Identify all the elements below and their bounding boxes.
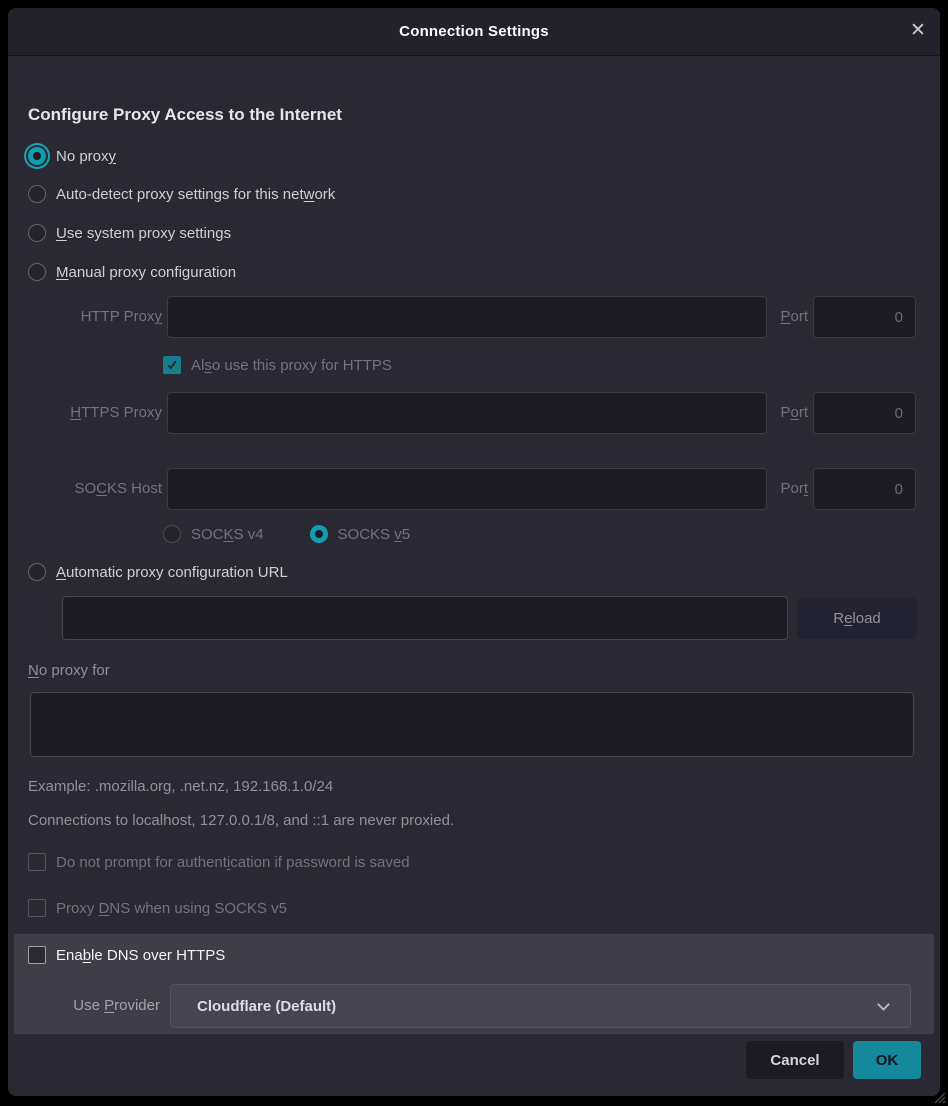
socks-host-row: SOCKS Host Port [28, 468, 924, 510]
radio-icon [28, 263, 46, 281]
radio-option-no-proxy[interactable]: No proxy [28, 144, 116, 168]
cancel-button[interactable]: Cancel [746, 1041, 844, 1079]
http-port-label: Port [770, 296, 808, 338]
http-proxy-label: HTTP Proxy [28, 296, 162, 338]
resize-grip[interactable] [930, 1088, 946, 1104]
socks-port-input[interactable] [813, 468, 916, 510]
https-proxy-row: HTTPS Proxy Port [28, 392, 924, 434]
checkbox-icon [163, 356, 181, 374]
radio-icon [28, 224, 46, 242]
chevron-down-icon [877, 998, 890, 1011]
screen: { "window": { "title": "Connection Setti… [0, 0, 948, 1106]
checkbox-enable-doh[interactable]: Enable DNS over HTTPS [28, 943, 225, 967]
check-icon [166, 359, 178, 371]
https-proxy-label: HTTPS Proxy [28, 392, 162, 434]
socks-port-label: Port [770, 468, 808, 510]
close-icon: ✕ [910, 20, 926, 41]
checkbox-no-prompt-auth[interactable]: Do not prompt for authentication if pass… [28, 850, 410, 874]
radio-option-auto-detect[interactable]: Auto-detect proxy settings for this netw… [28, 182, 335, 206]
checkbox-icon [28, 853, 46, 871]
radio-icon-socks-v4[interactable] [163, 525, 181, 543]
radio-label: No proxy [56, 148, 116, 165]
https-port-input[interactable] [813, 392, 916, 434]
no-proxy-for-label: No proxy for [28, 659, 110, 683]
socks-v4-label: SOCKS v4 [191, 526, 264, 543]
radio-option-manual-proxy[interactable]: Manual proxy configuration [28, 260, 236, 284]
checkbox-label: Enable DNS over HTTPS [56, 947, 225, 964]
checkbox-proxy-dns[interactable]: Proxy DNS when using SOCKS v5 [28, 896, 287, 920]
localhost-note-text: Connections to localhost, 127.0.0.1/8, a… [28, 809, 454, 833]
radio-icon [28, 185, 46, 203]
checkbox-label: Proxy DNS when using SOCKS v5 [56, 900, 287, 917]
autoconfig-url-input[interactable] [62, 596, 788, 640]
socks-v5-label: SOCKS v5 [338, 526, 411, 543]
page-title: Configure Proxy Access to the Internet [28, 105, 342, 125]
no-proxy-for-textarea[interactable] [30, 692, 914, 757]
radio-label: Manual proxy configuration [56, 264, 236, 281]
provider-label: Use Provider [28, 984, 160, 1028]
doh-section: Enable DNS over HTTPS Use Provider Cloud… [14, 934, 934, 1034]
checkbox-icon [28, 899, 46, 917]
http-port-input[interactable] [813, 296, 916, 338]
https-port-label: Port [770, 392, 808, 434]
connection-settings-dialog: Connection Settings ✕ Configure Proxy Ac… [8, 8, 940, 1096]
ok-button[interactable]: OK [853, 1041, 921, 1079]
http-proxy-row: HTTP Proxy Port [28, 296, 924, 338]
no-proxy-example-text: Example: .mozilla.org, .net.nz, 192.168.… [28, 775, 333, 799]
reload-button[interactable]: Reload [797, 598, 917, 639]
radio-icon-socks-v5[interactable] [310, 525, 328, 543]
checkbox-also-https[interactable]: Also use this proxy for HTTPS [163, 353, 392, 377]
radio-label: Auto-detect proxy settings for this netw… [56, 186, 335, 203]
radio-label: Automatic proxy configuration URL [56, 564, 288, 581]
radio-option-system-proxy[interactable]: Use system proxy settings [28, 221, 231, 245]
checkbox-label: Do not prompt for authentication if pass… [56, 854, 410, 871]
socks-host-label: SOCKS Host [28, 468, 162, 510]
http-proxy-input[interactable] [167, 296, 767, 338]
radio-icon [28, 147, 46, 165]
radio-label: Use system proxy settings [56, 225, 231, 242]
radio-icon [28, 563, 46, 581]
dialog-titlebar: Connection Settings ✕ [8, 8, 940, 56]
https-proxy-input[interactable] [167, 392, 767, 434]
dialog-title: Connection Settings [399, 23, 549, 40]
provider-selected-value: Cloudflare (Default) [197, 998, 336, 1015]
checkbox-label: Also use this proxy for HTTPS [191, 357, 392, 374]
radio-option-autoconfig[interactable]: Automatic proxy configuration URL [28, 560, 288, 584]
socks-version-row: SOCKS v4 SOCKS v5 [163, 522, 410, 546]
socks-host-input[interactable] [167, 468, 767, 510]
provider-select[interactable]: Cloudflare (Default) [170, 984, 911, 1028]
checkbox-icon [28, 946, 46, 964]
close-button[interactable]: ✕ [905, 18, 931, 44]
